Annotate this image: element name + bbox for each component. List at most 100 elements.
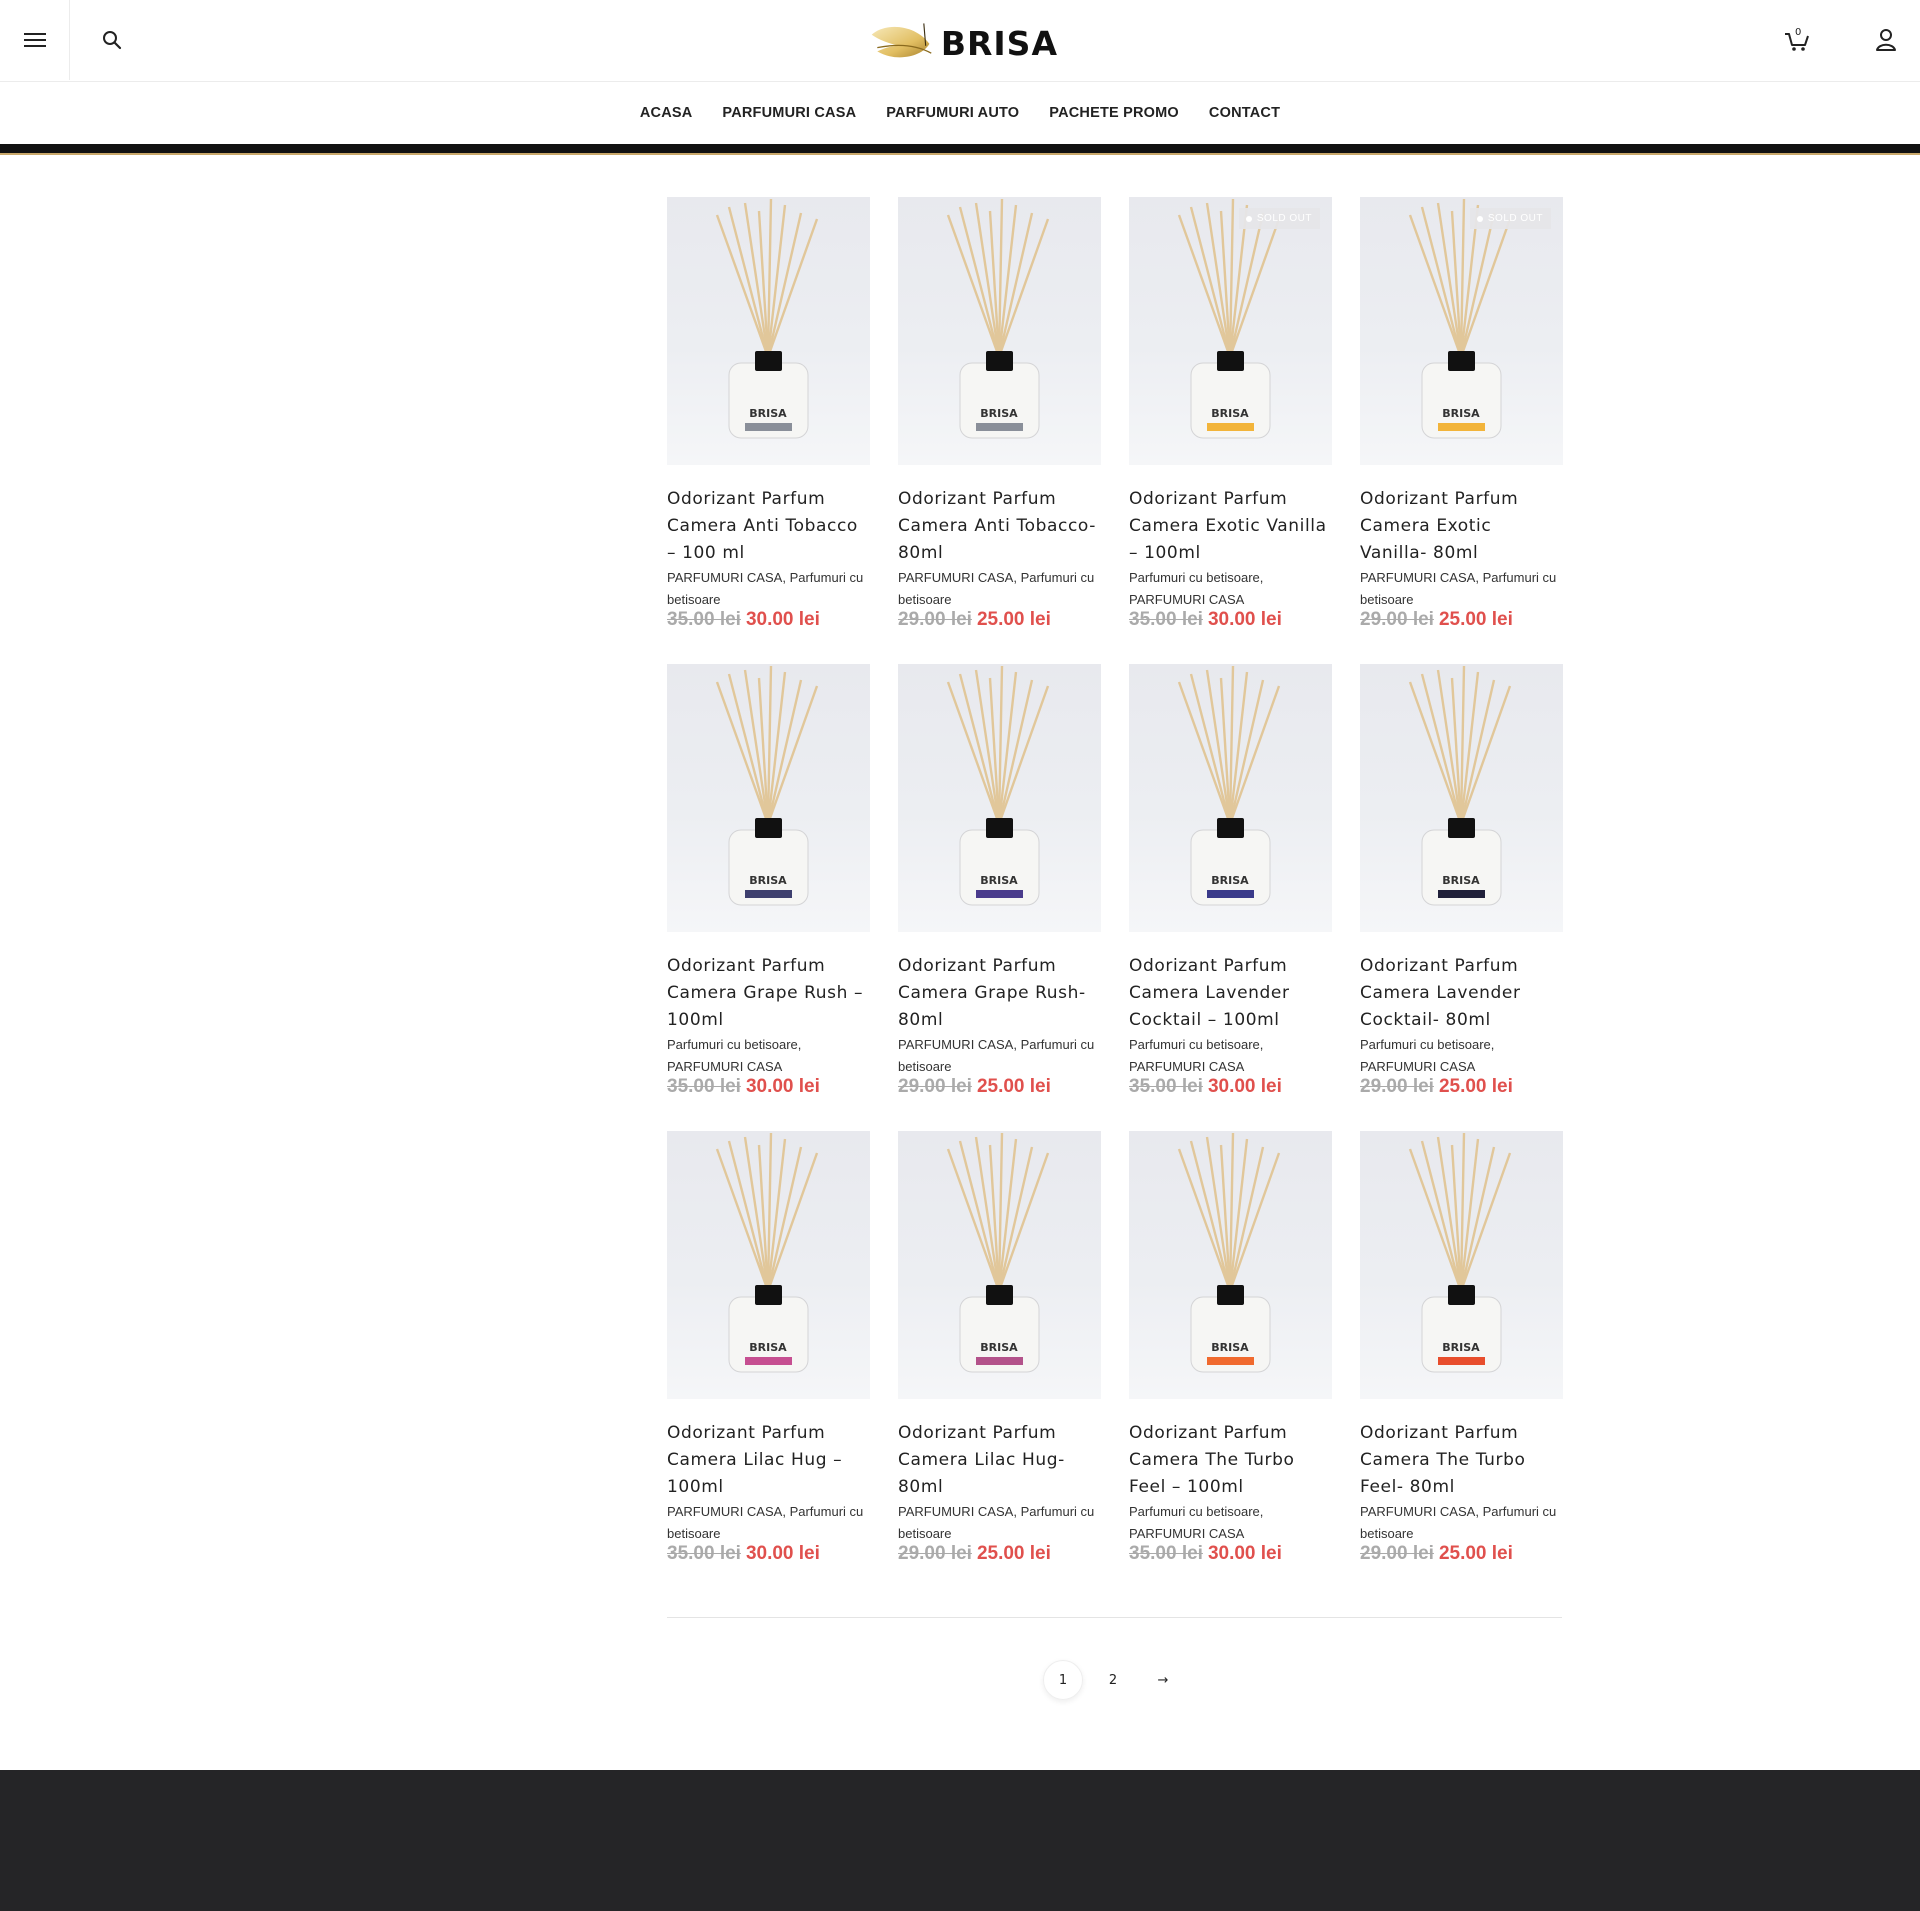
product-image[interactable]: BRISA xyxy=(1360,664,1563,932)
product-price: 29.00 lei 25.00 lei xyxy=(1360,1076,1563,1098)
category-link[interactable]: PARFUMURI CASA xyxy=(898,1037,1013,1052)
product-title[interactable]: Odorizant Parfum Camera Grape Rush – 100… xyxy=(667,953,870,1034)
sale-price: 25.00 lei xyxy=(976,1076,1051,1097)
category-link[interactable]: PARFUMURI CASA xyxy=(898,570,1013,585)
category-link[interactable]: PARFUMURI CASA xyxy=(667,1059,782,1074)
product-categories: Parfumuri cu betisoare, PARFUMURI CASA xyxy=(1360,1034,1563,1078)
product-card[interactable]: BRISA Odorizant Parfum Camera Grape Rush … xyxy=(667,664,870,1131)
old-price: 35.00 lei xyxy=(1129,1076,1203,1097)
product-card[interactable]: BRISA Odorizant Parfum Camera Grape Rush-… xyxy=(898,664,1101,1131)
sale-price: 30.00 lei xyxy=(1207,1543,1282,1564)
nav-item-contact[interactable]: CONTACT xyxy=(1194,105,1295,121)
product-title[interactable]: Odorizant Parfum Camera Anti Tobacco- 80… xyxy=(898,486,1101,567)
product-title[interactable]: Odorizant Parfum Camera Lavender Cocktai… xyxy=(1360,953,1563,1034)
product-title[interactable]: Odorizant Parfum Camera Lilac Hug – 100m… xyxy=(667,1420,870,1501)
nav-item-parfumuri-casa[interactable]: PARFUMURI CASA xyxy=(707,105,871,121)
category-link[interactable]: Parfumuri cu betisoare xyxy=(1129,1037,1260,1052)
product-image[interactable]: BRISA xyxy=(667,1131,870,1399)
product-card[interactable]: BRISA Odorizant Parfum Camera Anti Tobacc… xyxy=(667,197,870,664)
category-link[interactable]: PARFUMURI CASA xyxy=(1129,1526,1244,1541)
next-page-arrow-icon[interactable]: → xyxy=(1143,1660,1183,1700)
product-grid: BRISA Odorizant Parfum Camera Anti Tobacc… xyxy=(667,197,1563,1598)
cart-count: 0 xyxy=(1795,27,1802,38)
product-categories: PARFUMURI CASA, Parfumuri cu betisoare xyxy=(898,1501,1101,1545)
brand-logo[interactable]: BRISA xyxy=(868,14,1058,72)
pagination: 1 2 → xyxy=(1043,1660,1183,1700)
svg-text:BRISA: BRISA xyxy=(749,1341,787,1354)
product-image[interactable]: BRISA xyxy=(1129,1131,1332,1399)
page-2-link[interactable]: 2 xyxy=(1093,1660,1133,1700)
old-price: 35.00 lei xyxy=(1129,1543,1203,1564)
product-card[interactable]: BRISA Odorizant Parfum Camera Anti Tobacc… xyxy=(898,197,1101,664)
old-price: 29.00 lei xyxy=(898,609,972,630)
product-price: 35.00 lei 30.00 lei xyxy=(667,609,870,631)
product-image[interactable]: BRISA SOLD OUT xyxy=(1360,197,1563,465)
product-image[interactable]: BRISA xyxy=(667,664,870,932)
product-image[interactable]: BRISA xyxy=(1360,1131,1563,1399)
product-card[interactable]: BRISA Odorizant Parfum Camera Lavender Co… xyxy=(1129,664,1332,1131)
category-link[interactable]: PARFUMURI CASA xyxy=(667,1504,782,1519)
category-link[interactable]: Parfumuri cu betisoare xyxy=(1129,1504,1260,1519)
cart-button[interactable]: 0 xyxy=(1780,22,1816,58)
product-title[interactable]: Odorizant Parfum Camera Lilac Hug- 80ml xyxy=(898,1420,1101,1501)
sale-price: 25.00 lei xyxy=(1438,609,1513,630)
category-link[interactable]: PARFUMURI CASA xyxy=(1360,1059,1475,1074)
reed-diffuser-bottle-icon: BRISA xyxy=(1177,198,1281,439)
account-button[interactable] xyxy=(1868,22,1904,58)
sale-price: 25.00 lei xyxy=(976,1543,1051,1564)
old-price: 29.00 lei xyxy=(898,1076,972,1097)
product-title[interactable]: Odorizant Parfum Camera The Turbo Feel- … xyxy=(1360,1420,1563,1501)
product-title[interactable]: Odorizant Parfum Camera The Turbo Feel –… xyxy=(1129,1420,1332,1501)
nav-item-pachete-promo[interactable]: PACHETE PROMO xyxy=(1034,105,1194,121)
product-image[interactable]: BRISA xyxy=(898,197,1101,465)
page-1-link[interactable]: 1 xyxy=(1043,1660,1083,1700)
product-title[interactable]: Odorizant Parfum Camera Grape Rush- 80ml xyxy=(898,953,1101,1034)
menu-button[interactable] xyxy=(0,0,70,80)
product-card[interactable]: BRISA Odorizant Parfum Camera Lilac Hug- … xyxy=(898,1131,1101,1598)
category-link[interactable]: PARFUMURI CASA xyxy=(898,1504,1013,1519)
reed-diffuser-bottle-icon: BRISA xyxy=(946,665,1050,906)
category-link[interactable]: PARFUMURI CASA xyxy=(1360,1504,1475,1519)
nav-item-parfumuri-auto[interactable]: PARFUMURI AUTO xyxy=(871,105,1034,121)
product-title[interactable]: Odorizant Parfum Camera Anti Tobacco – 1… xyxy=(667,486,870,567)
category-link[interactable]: Parfumuri cu betisoare xyxy=(1129,570,1260,585)
product-image[interactable]: BRISA SOLD OUT xyxy=(1129,197,1332,465)
product-image[interactable]: BRISA xyxy=(1129,664,1332,932)
category-separator: , xyxy=(1013,570,1021,585)
product-price: 35.00 lei 30.00 lei xyxy=(667,1543,870,1565)
product-card[interactable]: BRISA SOLD OUT Odorizant Parfum Camera Exo… xyxy=(1129,197,1332,664)
product-card[interactable]: BRISA Odorizant Parfum Camera Lilac Hug –… xyxy=(667,1131,870,1598)
product-card[interactable]: BRISA SOLD OUT Odorizant Parfum Camera Exo… xyxy=(1360,197,1563,664)
sold-out-badge: SOLD OUT xyxy=(1238,208,1320,229)
product-price: 29.00 lei 25.00 lei xyxy=(898,609,1101,631)
category-link[interactable]: PARFUMURI CASA xyxy=(1129,1059,1244,1074)
product-card[interactable]: BRISA Odorizant Parfum Camera The Turbo F… xyxy=(1360,1131,1563,1598)
svg-text:BRISA: BRISA xyxy=(1211,407,1249,420)
category-link[interactable]: PARFUMURI CASA xyxy=(1360,570,1475,585)
product-title[interactable]: Odorizant Parfum Camera Lavender Cocktai… xyxy=(1129,953,1332,1034)
product-image[interactable]: BRISA xyxy=(898,664,1101,932)
category-link[interactable]: Parfumuri cu betisoare xyxy=(667,1037,798,1052)
search-button[interactable] xyxy=(92,22,132,58)
product-price: 29.00 lei 25.00 lei xyxy=(898,1543,1101,1565)
category-link[interactable]: PARFUMURI CASA xyxy=(1129,592,1244,607)
product-price: 29.00 lei 25.00 lei xyxy=(1360,1543,1563,1565)
category-link[interactable]: PARFUMURI CASA xyxy=(667,570,782,585)
nav-item-acasa[interactable]: ACASA xyxy=(625,105,708,121)
product-image[interactable]: BRISA xyxy=(667,197,870,465)
old-price: 35.00 lei xyxy=(667,1076,741,1097)
old-price: 29.00 lei xyxy=(1360,609,1434,630)
product-title[interactable]: Odorizant Parfum Camera Exotic Vanilla- … xyxy=(1360,486,1563,567)
main-nav: ACASA PARFUMURI CASA PARFUMURI AUTO PACH… xyxy=(0,82,1920,144)
reed-diffuser-bottle-icon: BRISA xyxy=(1177,1132,1281,1373)
product-image[interactable]: BRISA xyxy=(898,1131,1101,1399)
svg-text:BRISA: BRISA xyxy=(980,407,1018,420)
sale-price: 25.00 lei xyxy=(976,609,1051,630)
category-separator: , xyxy=(1475,1504,1483,1519)
product-title[interactable]: Odorizant Parfum Camera Exotic Vanilla –… xyxy=(1129,486,1332,567)
product-card[interactable]: BRISA Odorizant Parfum Camera Lavender Co… xyxy=(1360,664,1563,1131)
header-banner-strip xyxy=(0,144,1920,155)
category-link[interactable]: Parfumuri cu betisoare xyxy=(1360,1037,1491,1052)
product-card[interactable]: BRISA Odorizant Parfum Camera The Turbo F… xyxy=(1129,1131,1332,1598)
sale-price: 25.00 lei xyxy=(1438,1076,1513,1097)
